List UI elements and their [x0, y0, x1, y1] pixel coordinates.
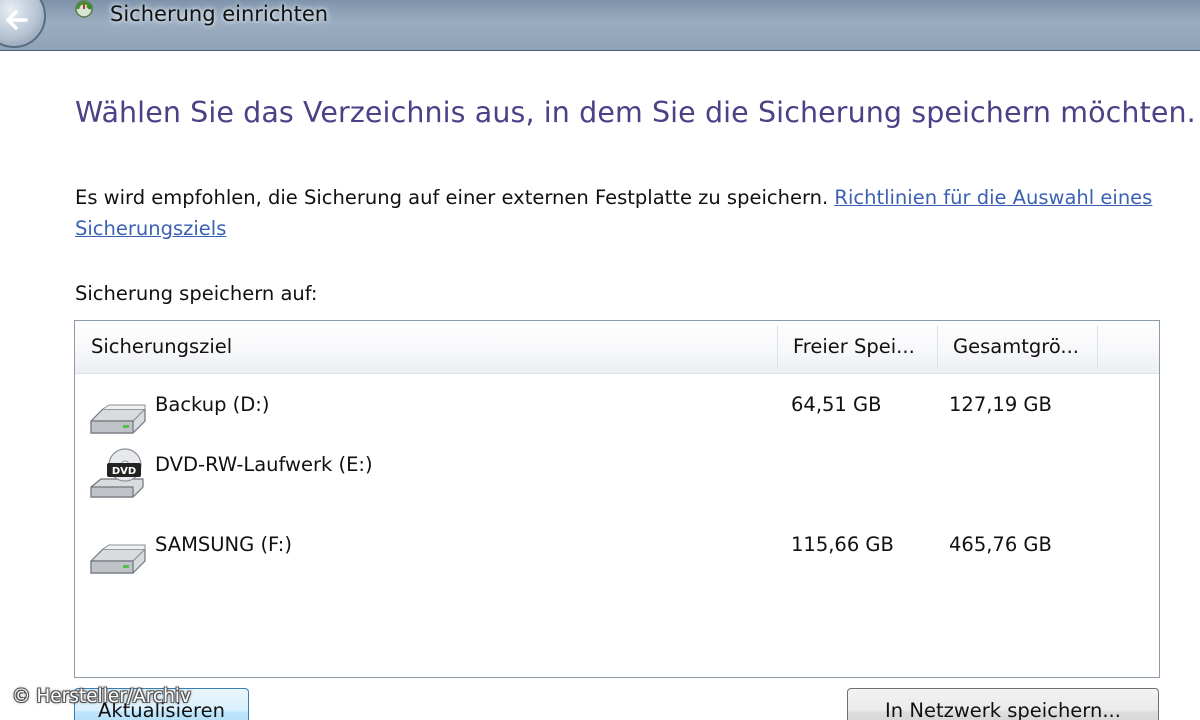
recommendation-text: Es wird empfohlen, die Sicherung auf ein… — [75, 182, 1170, 244]
backup-setup-window: Sicherung einrichten Wählen Sie das Verz… — [0, 0, 1200, 720]
drive-name: DVD-RW-Laufwerk (E:) — [155, 453, 373, 476]
list-item[interactable]: DVD DVD-RW-Laufwerk (E:) — [75, 443, 1159, 503]
page-heading: Wählen Sie das Verzeichnis aus, in dem S… — [75, 96, 1196, 129]
backup-app-icon — [75, 0, 93, 18]
column-header-destination[interactable]: Sicherungsziel — [75, 321, 777, 373]
column-header-free-space[interactable]: Freier Spei... — [777, 321, 937, 373]
svg-text:DVD: DVD — [112, 466, 136, 477]
list-item[interactable]: SAMSUNG (F:) 115,66 GB 465,76 GB — [75, 523, 1159, 583]
free-space: 64,51 GB — [791, 393, 882, 416]
window-title: Sicherung einrichten — [110, 2, 329, 26]
free-space: 115,66 GB — [791, 533, 894, 556]
dvd-drive-icon: DVD — [90, 448, 144, 498]
back-button[interactable] — [0, 0, 46, 48]
drive-name: SAMSUNG (F:) — [155, 533, 292, 556]
backup-destination-list[interactable]: Sicherungsziel Freier Spei... Gesamtgrö.… — [74, 320, 1160, 678]
total-size: 465,76 GB — [949, 533, 1052, 556]
column-divider[interactable] — [1097, 325, 1098, 369]
drive-name: Backup (D:) — [155, 393, 270, 416]
back-arrow-icon — [6, 10, 28, 30]
save-to-label: Sicherung speichern auf: — [75, 282, 318, 305]
list-item[interactable]: Backup (D:) 64,51 GB 127,19 GB — [75, 383, 1159, 443]
hard-drive-icon — [90, 544, 146, 574]
save-to-network-button[interactable]: In Netzwerk speichern... — [847, 688, 1159, 720]
total-size: 127,19 GB — [949, 393, 1052, 416]
list-header: Sicherungsziel Freier Spei... Gesamtgrö.… — [75, 321, 1159, 374]
recommendation-sentence: Es wird empfohlen, die Sicherung auf ein… — [75, 186, 835, 209]
column-header-total-size[interactable]: Gesamtgrö... — [937, 321, 1097, 373]
copyright-watermark: © Hersteller/Archiv — [12, 686, 191, 707]
title-bar: Sicherung einrichten — [0, 0, 1200, 51]
hard-drive-icon — [90, 404, 146, 434]
